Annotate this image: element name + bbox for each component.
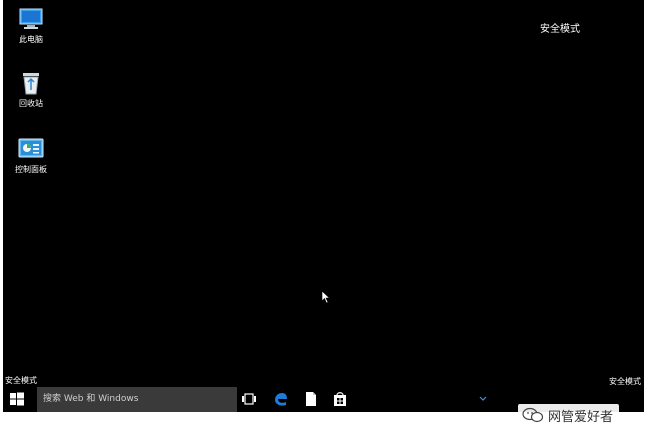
recycle-bin-icon bbox=[23, 73, 39, 95]
edge-browser-icon[interactable] bbox=[272, 391, 288, 407]
desktop-icon-label: 此电脑 bbox=[19, 35, 43, 44]
wechat-icon bbox=[522, 407, 544, 423]
file-explorer-icon[interactable] bbox=[303, 391, 319, 407]
desktop-icon-this-pc[interactable]: 此电脑 bbox=[3, 6, 59, 45]
desktop-icon-recycle-bin[interactable]: 回收站 bbox=[3, 70, 59, 109]
watermark: 网管爱好者 bbox=[518, 404, 620, 426]
desktop-icon-label: 回收站 bbox=[19, 99, 43, 108]
task-view-icon[interactable] bbox=[241, 391, 257, 407]
tray-chevron-icon[interactable] bbox=[479, 395, 487, 403]
search-placeholder: 搜索 Web 和 Windows bbox=[43, 394, 139, 404]
safe-mode-label-top-right: 安全模式 bbox=[540, 24, 580, 35]
windows-logo-icon[interactable] bbox=[9, 392, 25, 406]
desktop-screen: 此电脑 回收站 控制面板 安全模式 安全模式 安全模式 搜索 Web 和 Win… bbox=[3, 0, 644, 412]
control-panel-icon bbox=[18, 138, 44, 158]
desktop-icon-label: 控制面板 bbox=[15, 165, 47, 174]
search-box[interactable]: 搜索 Web 和 Windows bbox=[37, 387, 237, 412]
computer-icon bbox=[19, 8, 43, 29]
watermark-text: 网管爱好者 bbox=[548, 409, 614, 425]
store-icon[interactable] bbox=[332, 391, 348, 407]
mouse-cursor-icon bbox=[321, 290, 331, 304]
desktop-icon-control-panel[interactable]: 控制面板 bbox=[3, 136, 59, 175]
